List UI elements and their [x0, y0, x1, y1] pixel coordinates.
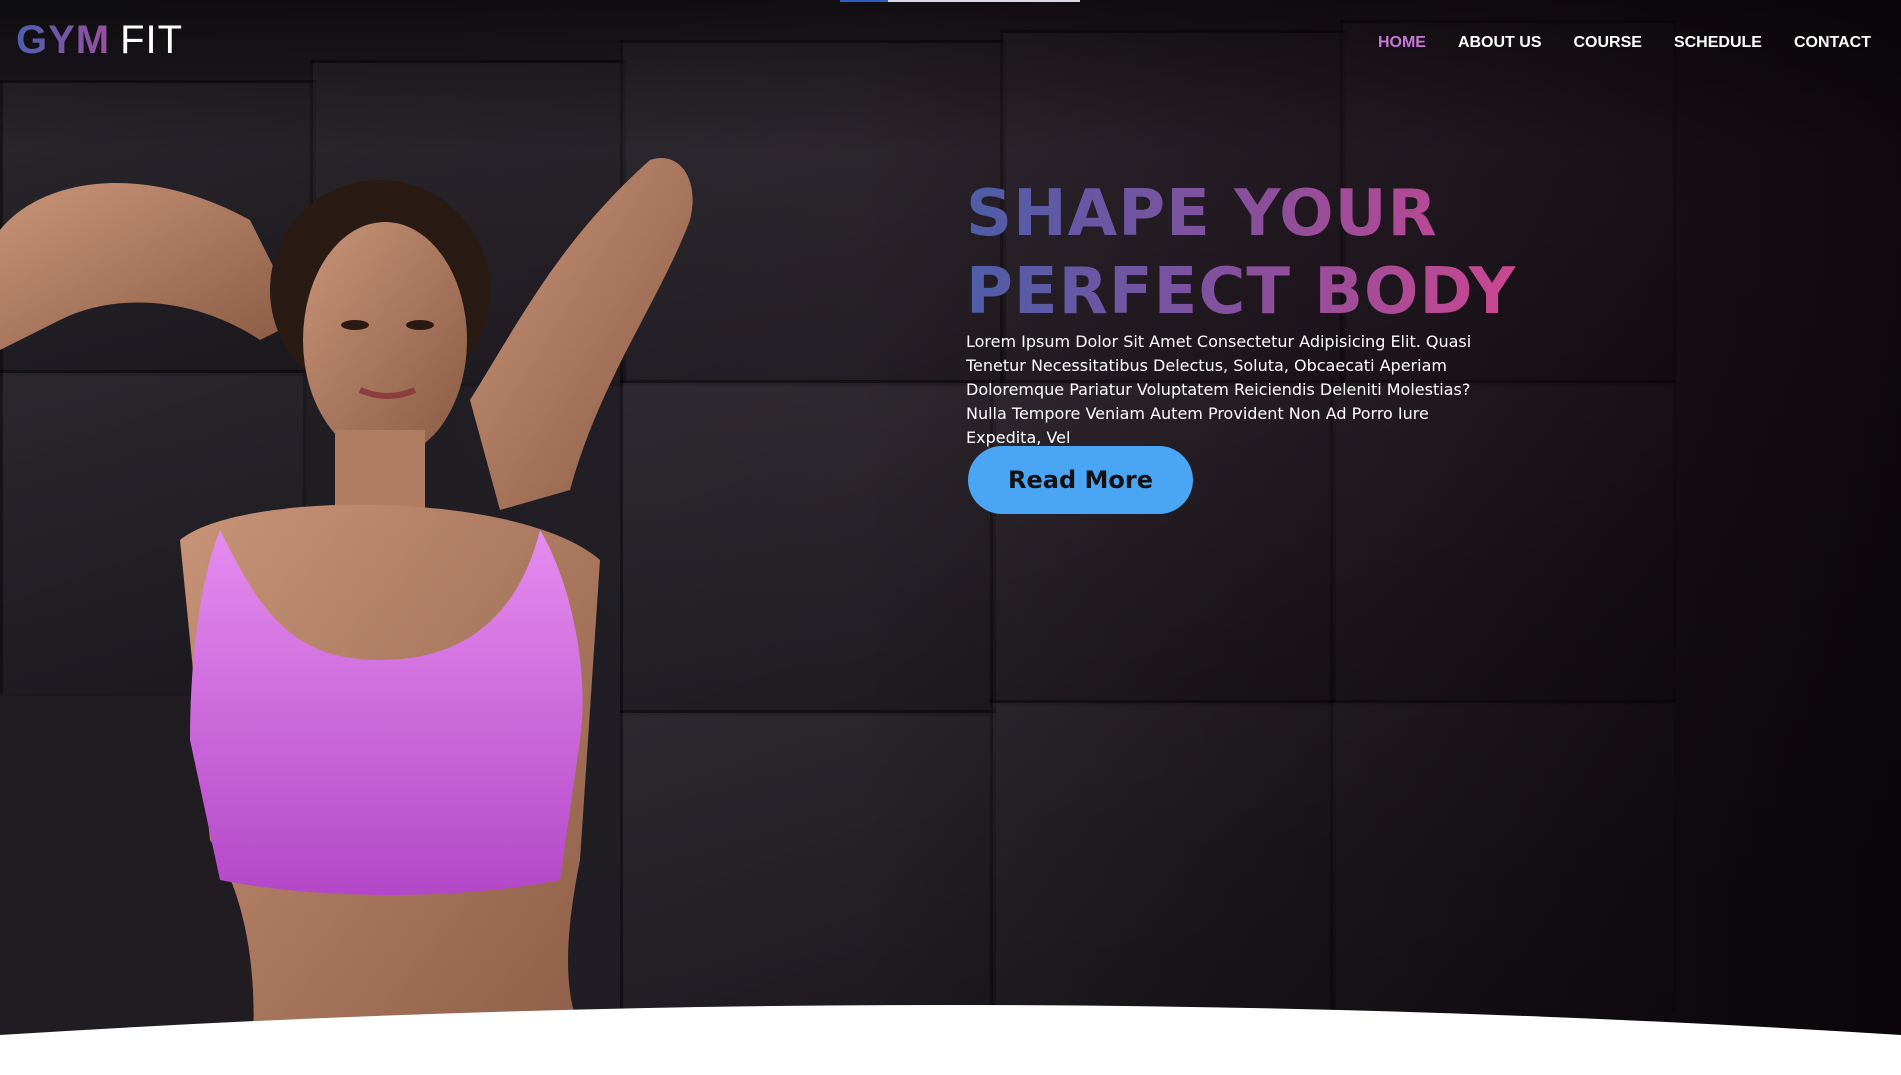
hero-description: Lorem Ipsum Dolor Sit Amet Consectetur A…	[966, 332, 1472, 447]
nav-schedule[interactable]: SCHEDULE	[1674, 34, 1762, 52]
athlete-image	[0, 158, 693, 1075]
brand-fit: FIT	[120, 18, 184, 62]
main-nav: HOME ABOUT US COURSE SCHEDULE CONTACT	[1378, 34, 1871, 52]
brand-logo[interactable]: GYM FIT	[16, 18, 183, 63]
nav-home[interactable]: HOME	[1378, 34, 1426, 52]
hero-headline: SHAPE YOUR PERFECT BODY	[966, 175, 1566, 331]
read-more-button[interactable]: Read More	[968, 446, 1193, 514]
brand-gym: GYM	[16, 18, 111, 62]
headline-line-1: SHAPE YOUR	[966, 177, 1438, 251]
bottom-curve-divider	[0, 1005, 1901, 1075]
headline-line-2: PERFECT BODY	[966, 255, 1517, 329]
nav-contact[interactable]: CONTACT	[1794, 34, 1871, 52]
hero-section	[0, 0, 1901, 1075]
top-progress-strip	[840, 0, 1080, 2]
nav-about-us[interactable]: ABOUT US	[1458, 34, 1542, 52]
nav-course[interactable]: COURSE	[1574, 34, 1642, 52]
